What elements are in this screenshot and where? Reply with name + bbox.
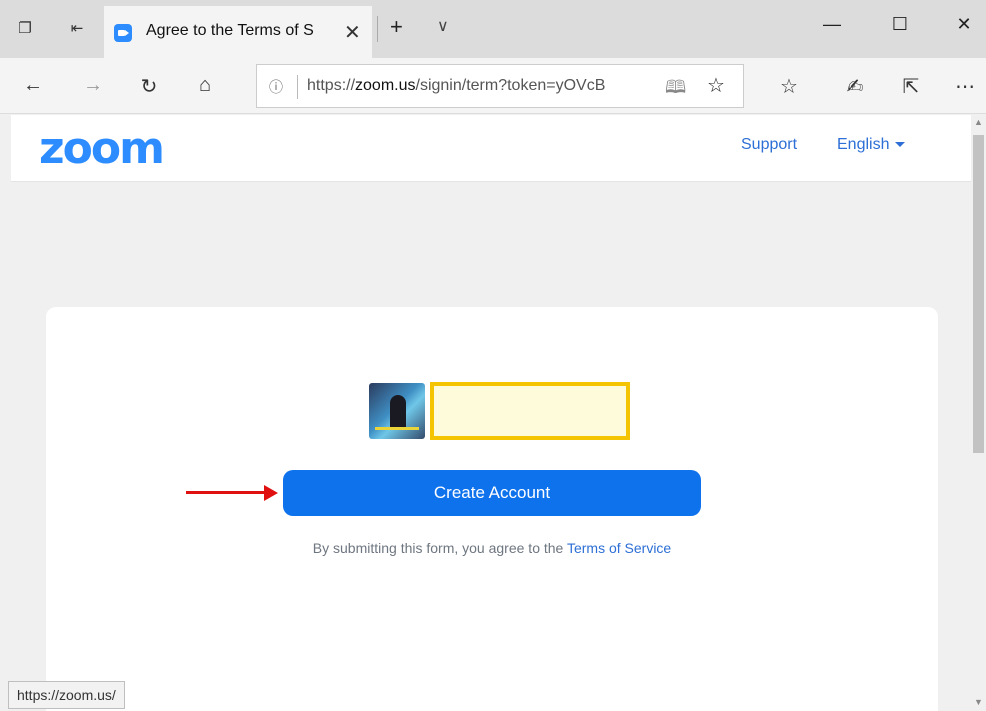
address-bar[interactable]: ⓘ https://zoom.us/signin/term?token=yOVc… <box>256 64 744 108</box>
arrow-head <box>264 485 278 501</box>
chevron-down-icon[interactable]: ∨ <box>437 16 449 36</box>
avatar-figure <box>390 395 406 429</box>
scroll-down-icon[interactable]: ▼ <box>974 697 983 707</box>
pen-notes-icon[interactable]: ✍ <box>840 74 870 99</box>
zoom-favicon-icon <box>114 24 132 42</box>
refresh-icon[interactable]: ↻ <box>134 74 164 99</box>
create-account-button[interactable]: Create Account <box>283 470 701 516</box>
address-divider <box>297 75 298 99</box>
status-bar-url: https://zoom.us/ <box>8 681 125 709</box>
forward-icon[interactable]: → <box>78 74 108 97</box>
maximize-icon[interactable]: ☐ <box>880 14 920 35</box>
avatar <box>369 383 425 439</box>
url-path: /signin/term?token=yOVcB <box>415 77 606 94</box>
share-icon[interactable]: ⇱ <box>896 74 926 99</box>
signup-card: Create Account By submitting this form, … <box>46 307 938 711</box>
new-tab-icon[interactable]: + <box>390 14 403 40</box>
minimize-icon[interactable]: — <box>812 14 852 35</box>
support-link[interactable]: Support <box>741 136 797 154</box>
page-scrollbar[interactable]: ▲ ▼ <box>971 115 986 711</box>
info-icon[interactable]: ⓘ <box>269 77 283 97</box>
red-arrow-annotation <box>186 485 278 501</box>
close-window-icon[interactable]: ✕ <box>944 14 984 35</box>
terms-text: By submitting this form, you agree to th… <box>46 540 938 556</box>
page-content: zoom Support English Create Account By s… <box>11 115 971 711</box>
url-text[interactable]: https://zoom.us/signin/term?token=yOVcB <box>307 77 659 95</box>
tab-close-icon[interactable]: ✕ <box>344 20 361 45</box>
zoom-logo[interactable]: zoom <box>39 123 165 174</box>
language-label: English <box>837 136 890 153</box>
more-icon[interactable]: ⋯ <box>950 74 980 99</box>
home-icon[interactable]: ⌂ <box>190 74 220 97</box>
tab-divider <box>377 16 378 42</box>
reading-view-icon[interactable]: 🕮 <box>665 75 686 105</box>
tab-preview-icon[interactable]: ❐ <box>14 18 36 40</box>
tab-active[interactable]: Agree to the Terms of S ✕ <box>104 6 372 58</box>
back-icon[interactable]: ← <box>18 74 48 97</box>
terms-prefix: By submitting this form, you agree to th… <box>312 540 567 556</box>
url-domain: zoom.us <box>355 77 416 94</box>
arrow-shaft <box>186 491 268 494</box>
site-header: zoom Support English <box>11 115 971 182</box>
set-tabs-aside-icon[interactable]: ⇤ <box>66 18 88 40</box>
navigation-bar: ← → ↻ ⌂ ⓘ https://zoom.us/signin/term?to… <box>0 58 986 114</box>
scroll-up-icon[interactable]: ▲ <box>974 117 983 127</box>
caret-down-icon <box>895 142 906 148</box>
language-dropdown[interactable]: English <box>837 136 906 154</box>
tab-title: Agree to the Terms of S <box>146 22 314 39</box>
url-prefix: https:// <box>307 77 356 94</box>
highlighted-name-box <box>430 382 630 440</box>
favorite-star-icon[interactable]: ☆ <box>707 73 725 98</box>
scroll-thumb[interactable] <box>973 135 984 453</box>
favorites-list-icon[interactable]: ☆ <box>774 74 804 99</box>
terms-of-service-link[interactable]: Terms of Service <box>567 540 671 556</box>
tab-bar: ❐ ⇤ Agree to the Terms of S ✕ + ∨ — ☐ ✕ <box>0 0 986 58</box>
avatar-caption-strip <box>375 427 419 430</box>
